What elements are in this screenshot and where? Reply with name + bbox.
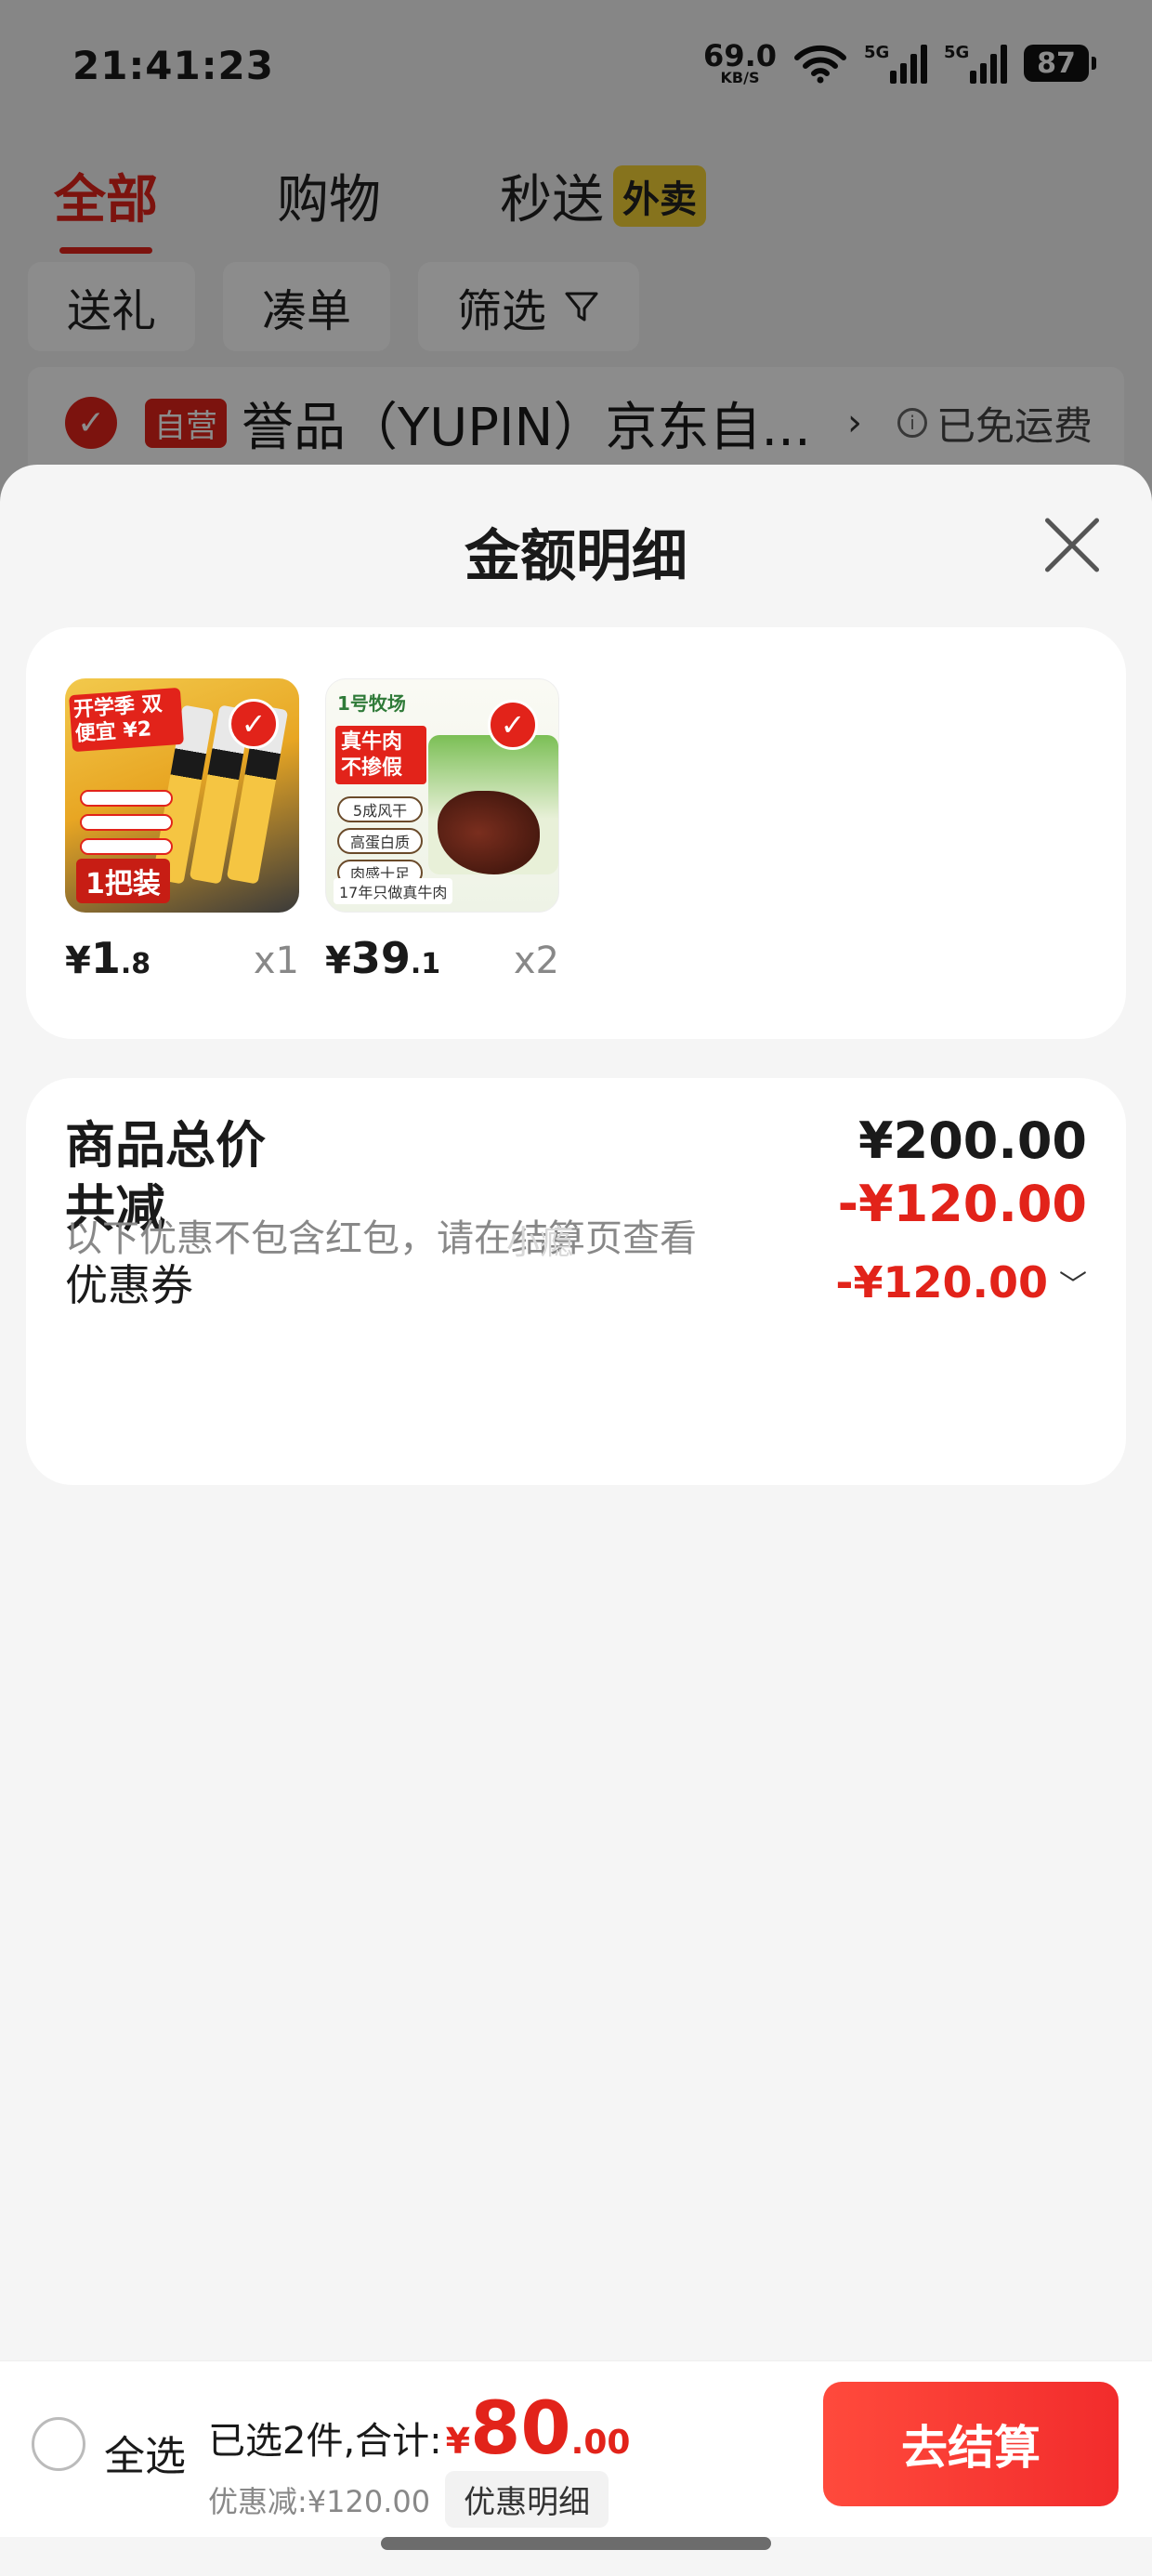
product-image-beef: 1号牧场 真牛肉 不掺假 5成风干 高蛋白质 肉感十足 17年只做真牛肉 ✓ [325,678,559,913]
product-price: ¥39.1 [325,933,440,983]
product-quantity: x2 [513,940,559,982]
watermark: 小瘾 [506,1224,574,1262]
checkmark-icon[interactable]: ✓ [229,699,279,749]
feature-pill: 5成风干 [337,796,423,822]
coupon-label: 优惠券 [65,1260,193,1310]
chevron-down-icon[interactable]: ﹀ [1059,1262,1087,1303]
checkmark-icon[interactable]: ✓ [488,700,538,750]
total-amount-int: 80 [470,2387,571,2471]
sheet-title: 金额明细 [465,524,687,589]
products-card: 开学季 双便宜 ¥2 1把装 ✓ ¥1.8 x1 1号牧场 真牛肉 不掺假 5成… [26,627,1126,1039]
modal-backdrop[interactable] [0,0,1152,520]
price-int: 1 [90,933,121,983]
product-image-knife: 开学季 双便宜 ¥2 1把装 ✓ [65,678,299,913]
total-price-value: ¥200.00 [858,1111,1087,1170]
price-decimal: .1 [410,948,441,980]
discount-line: 优惠减:¥120.00 优惠明细 [208,2471,609,2528]
select-all-label[interactable]: 全选 [104,2423,186,2482]
select-all-radio[interactable] [32,2417,85,2471]
price-int: 39 [350,933,411,983]
coupon-amount: -¥120.00 [835,1257,1048,1308]
product-brand: 1号牧场 [337,692,406,715]
price-decimal: .8 [120,948,151,980]
checkout-bar: 全选 已选2件,合计: ¥ 80 .00 优惠减:¥120.00 优惠明细 去结… [0,2360,1152,2537]
coupon-row[interactable]: 优惠券 -¥120.00 ﹀ [65,1255,1087,1310]
total-amount-decimal: .00 [570,2424,631,2462]
discount-value: -¥120.00 [837,1175,1087,1233]
amount-detail-sheet: 金额明细 开学季 双便宜 ¥2 1把装 ✓ ¥1.8 x1 1号牧场 真牛肉 不… [0,465,1152,2576]
discount-detail-button[interactable]: 优惠明细 [445,2471,609,2528]
price-currency: ¥ [325,940,351,982]
selected-count-text: 已选2件,合计: [208,2420,442,2463]
product-item[interactable]: 1号牧场 真牛肉 不掺假 5成风干 高蛋白质 肉感十足 17年只做真牛肉 ✓ ¥… [325,678,559,983]
pack-label: 1把装 [76,859,170,903]
promo-text: 开学季 双便宜 ¥2 [69,687,184,752]
product-bottom-text: 17年只做真牛肉 [334,878,453,904]
product-quantity: x1 [253,940,299,982]
product-red-tag: 真牛肉 不掺假 [335,726,426,784]
coupon-value: -¥120.00 ﹀ [835,1257,1087,1308]
checkout-button[interactable]: 去结算 [823,2382,1119,2506]
price-currency: ¥ [65,940,91,982]
total-currency: ¥ [445,2421,471,2462]
product-price: ¥1.8 [65,933,151,983]
discount-amount-text: 优惠减:¥120.00 [208,2483,431,2519]
selected-summary: 已选2件,合计: ¥ 80 .00 [208,2387,630,2471]
product-item[interactable]: 开学季 双便宜 ¥2 1把装 ✓ ¥1.8 x1 [65,678,299,983]
price-summary-card: 商品总价 ¥200.00 共减 -¥120.00 以下优惠不包含红包，请在结算页… [26,1078,1126,1485]
home-indicator [381,2537,771,2550]
close-icon[interactable] [1044,517,1100,572]
feature-pill: 高蛋白质 [337,828,423,854]
